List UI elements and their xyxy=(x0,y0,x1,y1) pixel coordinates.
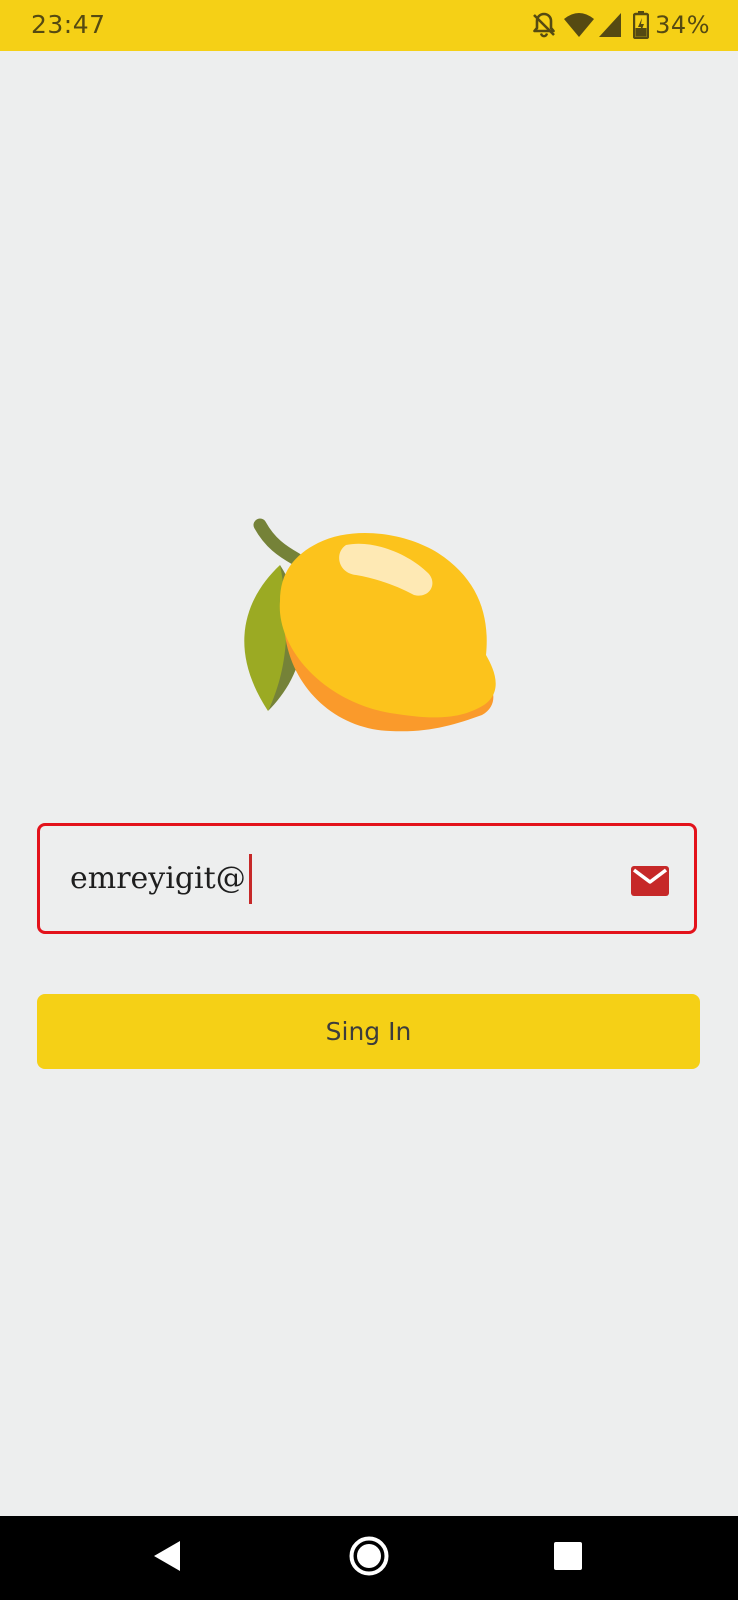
home-button[interactable] xyxy=(337,1516,401,1600)
sign-in-button-label: Sing In xyxy=(325,1017,412,1046)
lemon-icon xyxy=(232,515,507,750)
email-field[interactable]: emreyigit@ xyxy=(37,823,697,934)
sign-in-button[interactable]: Sing In xyxy=(37,994,700,1069)
battery-charging-icon xyxy=(633,11,650,39)
text-cursor xyxy=(248,854,252,904)
home-icon xyxy=(348,1535,390,1582)
email-input-value: emreyigit@ xyxy=(70,861,246,896)
email-input[interactable]: emreyigit@ xyxy=(70,854,252,904)
battery-percent: 34% xyxy=(655,11,710,39)
back-button[interactable] xyxy=(135,1516,199,1600)
cellular-signal-icon xyxy=(597,11,623,39)
wifi-icon xyxy=(563,11,595,39)
navigation-bar xyxy=(0,1516,738,1600)
back-icon xyxy=(152,1539,182,1578)
recents-icon xyxy=(553,1541,583,1576)
mail-icon xyxy=(631,866,669,901)
status-time: 23:47 xyxy=(31,10,106,39)
status-bar: 23:47 34% xyxy=(0,0,738,51)
notifications-off-icon xyxy=(531,11,557,39)
recents-button[interactable] xyxy=(536,1516,600,1600)
status-icons: 34% xyxy=(531,11,710,39)
